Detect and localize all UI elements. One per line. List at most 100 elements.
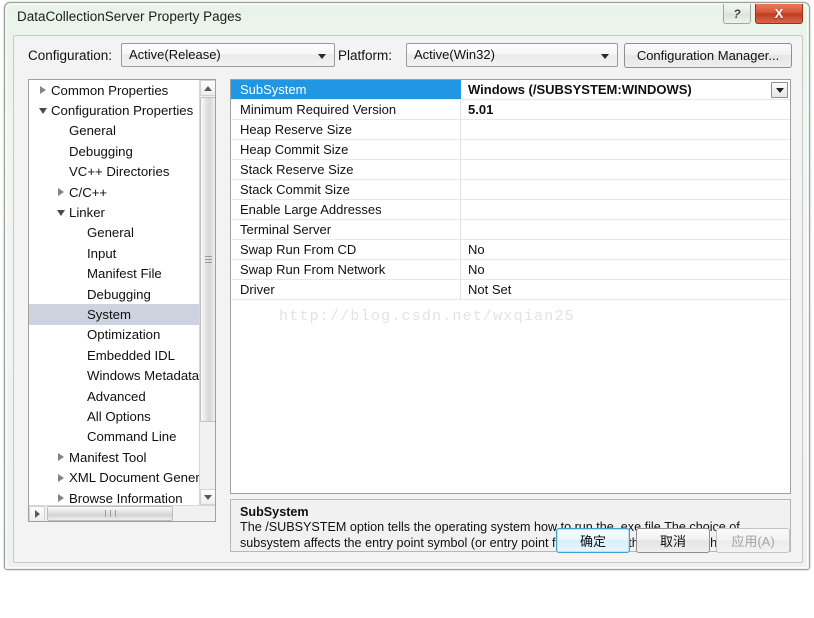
property-row[interactable]: Minimum Required Version 5.01: [231, 100, 790, 120]
property-row[interactable]: Terminal Server: [231, 220, 790, 240]
property-value[interactable]: Windows (/SUBSYSTEM:WINDOWS): [461, 80, 790, 99]
configuration-select[interactable]: Active(Release): [121, 43, 335, 67]
tree-item-label: Optimization: [87, 327, 161, 343]
tree-item-windows-metadata[interactable]: Windows Metadata: [29, 365, 199, 385]
property-name: Enable Large Addresses: [231, 200, 461, 219]
scroll-up-icon[interactable]: [200, 80, 215, 96]
description-title: SubSystem: [240, 505, 309, 519]
chevron-right-icon[interactable]: [53, 182, 69, 202]
configuration-manager-button[interactable]: Configuration Manager...: [624, 43, 792, 68]
property-value[interactable]: 5.01: [461, 100, 790, 119]
property-name: Minimum Required Version: [231, 100, 461, 119]
property-value[interactable]: No: [461, 240, 790, 259]
tree-horizontal-scrollbar[interactable]: [29, 505, 215, 521]
tree-item-label: Manifest Tool: [69, 449, 147, 465]
tree-item-manifest-tool[interactable]: Manifest Tool: [29, 447, 199, 467]
tree-item-embedded-idl[interactable]: Embedded IDL: [29, 345, 199, 365]
tree-scroll-area: Common Properties Configuration Propertie…: [29, 80, 199, 505]
property-value[interactable]: [461, 160, 790, 179]
tree-item-general[interactable]: General: [29, 223, 199, 243]
apply-button[interactable]: 应用(A): [716, 528, 790, 553]
chevron-right-icon[interactable]: [53, 468, 69, 488]
property-row[interactable]: Stack Reserve Size: [231, 160, 790, 180]
property-row[interactable]: SubSystem Windows (/SUBSYSTEM:WINDOWS): [231, 80, 790, 100]
chevron-down-icon[interactable]: [53, 203, 69, 223]
tree-item-debugging[interactable]: Debugging: [29, 284, 199, 304]
tree-item-browse-information[interactable]: Browse Information: [29, 488, 199, 505]
tree-item-label: System: [87, 306, 131, 322]
tree-item-system[interactable]: System: [29, 304, 199, 325]
configuration-select-value: Active(Release): [129, 47, 221, 62]
tree-item-xml-document-generator[interactable]: XML Document Generator: [29, 467, 199, 487]
tree-item-label: VC++ Directories: [69, 164, 170, 180]
chevron-right-icon[interactable]: [53, 488, 69, 505]
grip-icon: [204, 254, 212, 265]
property-value[interactable]: [461, 120, 790, 139]
tree-item-label: Linker: [69, 205, 105, 221]
chevron-down-icon: [775, 87, 784, 93]
tree-item-linker[interactable]: Linker: [29, 202, 199, 222]
scroll-down-icon[interactable]: [200, 489, 215, 505]
tree-item-common-properties[interactable]: Common Properties: [29, 80, 199, 100]
tree-item-input[interactable]: Input: [29, 243, 199, 263]
tree-item-optimization[interactable]: Optimization: [29, 325, 199, 345]
configuration-label: Configuration:: [28, 48, 113, 63]
chevron-down-icon: [318, 54, 326, 59]
property-row[interactable]: Stack Commit Size: [231, 180, 790, 200]
close-icon[interactable]: X: [755, 4, 803, 24]
property-value[interactable]: [461, 180, 790, 199]
tree-item-label: Browse Information: [69, 490, 183, 506]
tree-item-label: Command Line: [87, 429, 177, 445]
tree-item-c-c[interactable]: C/C++: [29, 182, 199, 202]
tree-item-label: Common Properties: [51, 82, 169, 98]
watermark-text: http://blog.csdn.net/wxqian25: [279, 308, 575, 325]
tree-item-configuration-properties[interactable]: Configuration Properties: [29, 100, 199, 120]
property-row[interactable]: Driver Not Set: [231, 280, 790, 300]
platform-select[interactable]: Active(Win32): [406, 43, 618, 67]
property-value[interactable]: [461, 220, 790, 239]
tree-vertical-scroll-thumb[interactable]: [200, 97, 215, 422]
property-row[interactable]: Swap Run From Network No: [231, 260, 790, 280]
tree-item-command-line[interactable]: Command Line: [29, 427, 199, 447]
cancel-button[interactable]: 取消: [636, 528, 710, 553]
property-row[interactable]: Swap Run From CD No: [231, 240, 790, 260]
property-value-dropdown-button[interactable]: [771, 82, 788, 98]
property-value[interactable]: [461, 200, 790, 219]
tree-item-label: Configuration Properties: [51, 103, 194, 119]
tree-item-all-options[interactable]: All Options: [29, 406, 199, 426]
property-value[interactable]: No: [461, 260, 790, 279]
tree-item-debugging[interactable]: Debugging: [29, 141, 199, 161]
property-grid[interactable]: SubSystem Windows (/SUBSYSTEM:WINDOWS) Min…: [230, 79, 791, 494]
property-value[interactable]: [461, 140, 790, 159]
help-icon[interactable]: ?: [723, 4, 751, 24]
tree-vertical-scrollbar[interactable]: [199, 80, 215, 505]
tree-item-vc-directories[interactable]: VC++ Directories: [29, 162, 199, 182]
ok-button[interactable]: 确定: [556, 528, 630, 553]
tree-item-general[interactable]: General: [29, 121, 199, 141]
property-row[interactable]: Heap Commit Size: [231, 140, 790, 160]
chevron-down-icon[interactable]: [35, 101, 51, 121]
tree-item-advanced[interactable]: Advanced: [29, 386, 199, 406]
property-row[interactable]: Heap Reserve Size: [231, 120, 790, 140]
tree-item-manifest-file[interactable]: Manifest File: [29, 264, 199, 284]
property-name: Driver: [231, 280, 461, 299]
tree-item-label: Debugging: [87, 286, 151, 302]
tree-horizontal-scroll-thumb[interactable]: [47, 506, 173, 521]
chevron-right-icon[interactable]: [35, 80, 51, 100]
window-title: DataCollectionServer Property Pages: [17, 9, 242, 24]
scroll-right-icon[interactable]: [29, 506, 45, 521]
chevron-right-icon[interactable]: [53, 447, 69, 467]
tree-item-label: XML Document Generator: [69, 470, 199, 486]
property-value[interactable]: Not Set: [461, 280, 790, 299]
properties-tree[interactable]: Common Properties Configuration Propertie…: [28, 79, 216, 522]
property-row[interactable]: Enable Large Addresses: [231, 200, 790, 220]
